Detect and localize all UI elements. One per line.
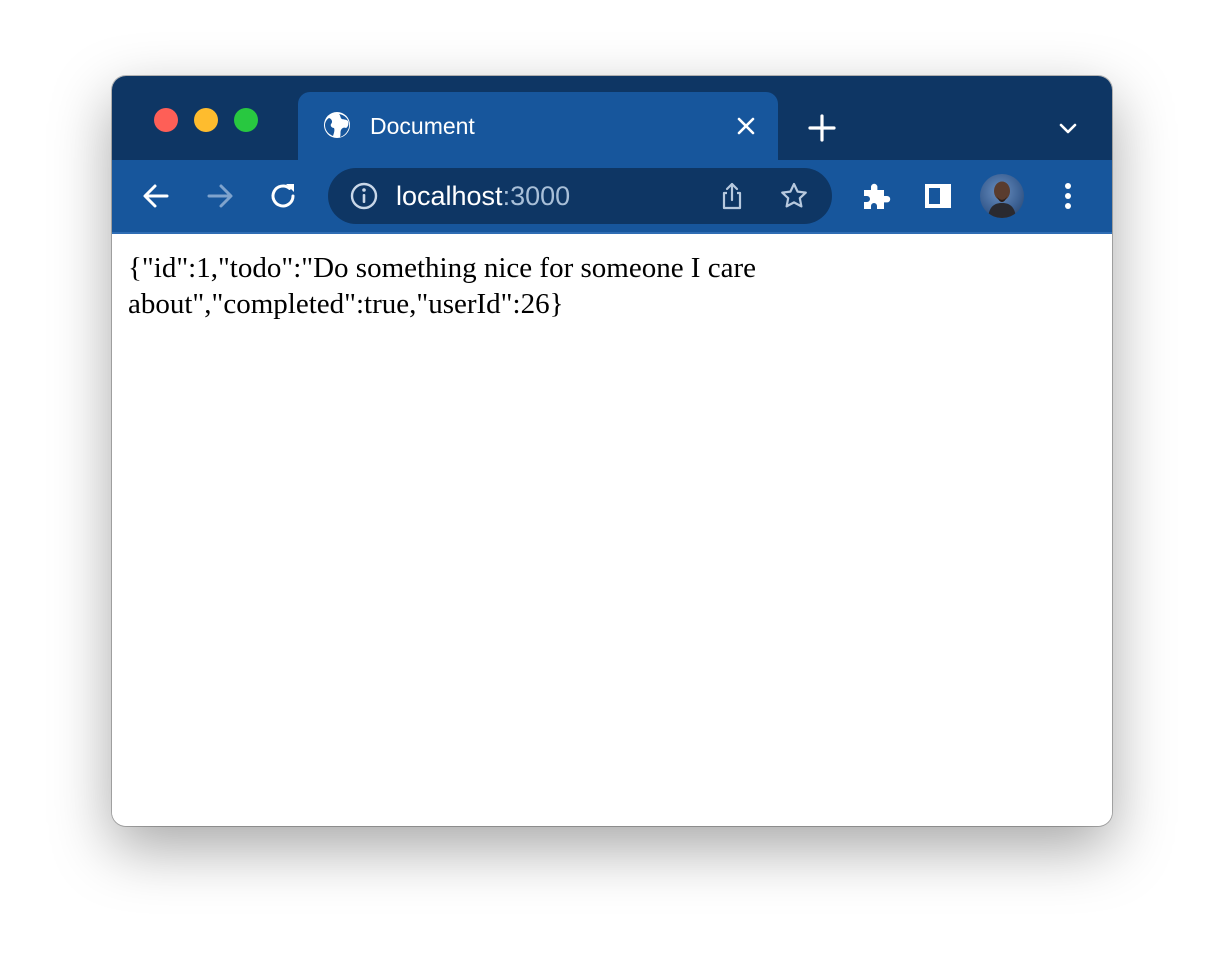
reload-icon[interactable] xyxy=(266,178,302,214)
active-tab[interactable]: Document xyxy=(298,92,778,160)
tab-title: Document xyxy=(370,113,475,139)
profile-picture xyxy=(988,181,1016,218)
forward-arrow-icon[interactable] xyxy=(202,178,238,214)
address-bar[interactable]: localhost:3000 xyxy=(328,168,832,224)
page-content: {"id":1,"todo":"Do something nice for so… xyxy=(112,234,1112,826)
menu-icon[interactable] xyxy=(1052,178,1084,214)
window-maximize-button[interactable] xyxy=(234,108,258,132)
window-close-button[interactable] xyxy=(154,108,178,132)
browser-toolbar: localhost:3000 xyxy=(112,160,1112,234)
address-url: localhost:3000 xyxy=(396,181,570,211)
title-bar: Document xyxy=(112,76,1112,160)
star-icon[interactable] xyxy=(778,180,810,212)
info-icon[interactable] xyxy=(348,180,380,212)
globe-icon xyxy=(324,112,350,138)
url-host: localhost xyxy=(396,181,503,211)
avatar[interactable] xyxy=(980,174,1024,218)
window-minimize-button[interactable] xyxy=(194,108,218,132)
back-arrow-icon[interactable] xyxy=(138,178,174,214)
close-tab-icon[interactable] xyxy=(734,114,758,138)
extensions-icon[interactable] xyxy=(858,178,894,214)
chevron-down-icon[interactable] xyxy=(1056,116,1080,140)
json-response-text: {"id":1,"todo":"Do something nice for so… xyxy=(128,252,756,320)
side-panel-icon[interactable] xyxy=(922,180,954,212)
new-tab-icon[interactable] xyxy=(806,112,838,144)
share-icon[interactable] xyxy=(716,180,748,212)
browser-window: Document localhost:3000 {"id":1,"todo":"… xyxy=(112,76,1112,826)
url-port: :3000 xyxy=(502,181,571,211)
